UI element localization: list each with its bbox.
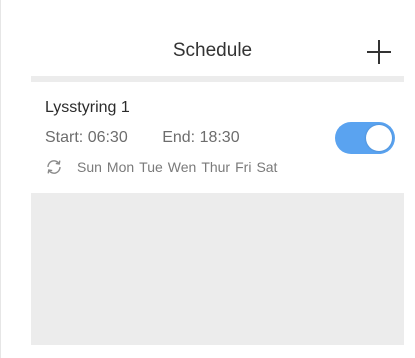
toggle-knob	[366, 125, 392, 151]
day-fri: Fri	[235, 159, 252, 175]
schedule-screen: Schedule Lysstyring 1 Start: 06:30 End: …	[0, 0, 415, 358]
schedule-time-row: Start: 06:30 End: 18:30	[45, 129, 240, 147]
empty-list-area	[31, 193, 404, 345]
repeat-icon	[47, 160, 61, 174]
day-thur: Thur	[201, 159, 231, 175]
plus-icon	[367, 40, 391, 64]
schedule-enable-toggle[interactable]	[335, 122, 395, 154]
day-sun: Sun	[77, 159, 102, 175]
add-schedule-button[interactable]	[364, 37, 394, 67]
end-time: 18:30	[199, 129, 240, 146]
schedule-name: Lysstyring 1	[45, 99, 130, 116]
start-time: 06:30	[87, 129, 128, 146]
day-tue: Tue	[139, 159, 163, 175]
schedule-item[interactable]: Lysstyring 1 Start: 06:30 End: 18:30 Sun…	[31, 82, 404, 193]
day-mon: Mon	[106, 159, 135, 175]
end-label: End:	[162, 129, 196, 146]
page-title: Schedule	[172, 40, 253, 61]
day-wen: Wen	[167, 159, 197, 175]
day-sat: Sat	[256, 159, 278, 175]
start-label: Start:	[45, 129, 84, 146]
header-bar: Schedule	[21, 0, 404, 76]
repeat-days-row: Sun Mon Tue Wen Thur Fri Sat	[45, 158, 282, 176]
